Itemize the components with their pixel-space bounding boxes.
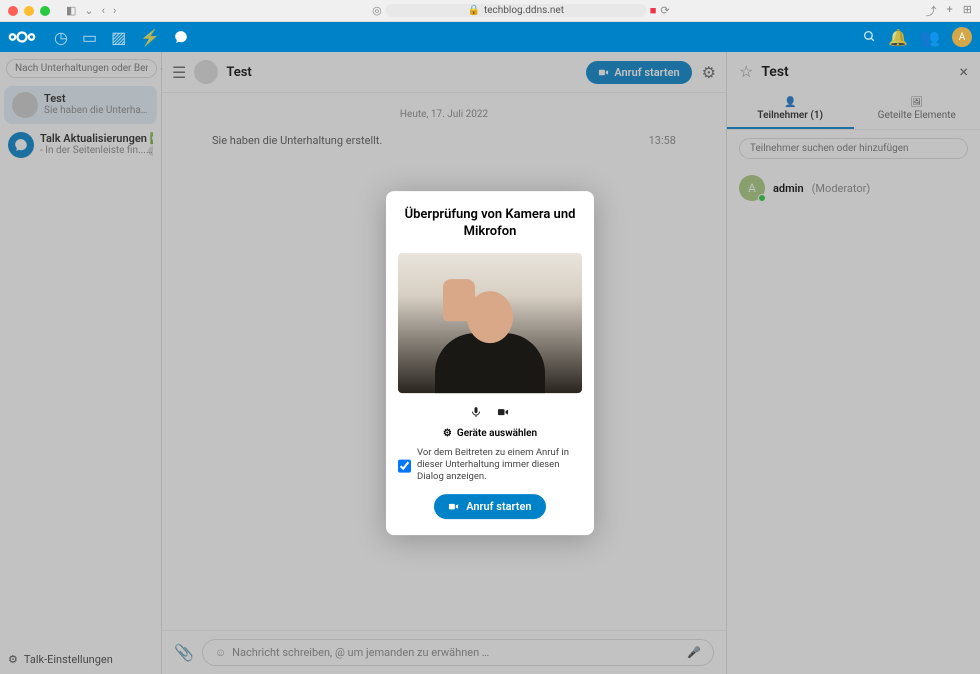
nextcloud-logo[interactable] — [8, 30, 36, 44]
right-panel-header: ☆ Test × — [727, 52, 980, 91]
participant-search-input[interactable] — [739, 138, 968, 159]
start-call-button[interactable]: Anruf starten — [586, 61, 691, 84]
main-layout: + Test Sie haben die Unterhaltung e... T… — [0, 52, 980, 674]
chat-input-row: 📎 ☺ Nachricht schreiben, @ um jemanden z… — [162, 630, 726, 674]
conversation-avatar — [12, 92, 38, 118]
header-right: 🔔 👥 A — [863, 27, 972, 47]
participant-role: (Moderator) — [812, 182, 871, 195]
url-box[interactable]: 🔒 techblog.ddns.net — [386, 4, 646, 17]
tab-shared-elements[interactable]: 🖼 Geteilte Elemente — [854, 91, 980, 129]
system-message-text: Sie haben die Unterhaltung erstellt. — [212, 134, 382, 147]
camera-preview — [398, 253, 582, 393]
device-toggle-row — [398, 403, 582, 422]
talk-settings-button[interactable]: ⚙ Talk-Einstellungen — [0, 645, 161, 674]
date-separator: Heute, 17. Juli 2022 — [212, 109, 676, 120]
system-message-row: Sie haben die Unterhaltung erstellt. 13:… — [212, 134, 676, 147]
device-select-button[interactable]: ⚙ Geräte auswählen — [398, 428, 582, 439]
forward-icon[interactable]: › — [113, 4, 116, 17]
lock-icon: 🔒 — [468, 5, 480, 16]
right-panel: ☆ Test × 👤 Teilnehmer (1) 🖼 Geteilte Ele… — [726, 52, 980, 674]
dropdown-icon[interactable]: ⌄ — [84, 4, 93, 17]
right-panel-title: Test — [761, 64, 788, 80]
conversation-text: Talk Aktualisierungen✅ - In der Seitenle… — [40, 132, 153, 158]
browser-right-icons: ⤴ + ⊞ — [926, 3, 972, 19]
microphone-icon[interactable] — [470, 403, 482, 422]
gear-icon: ⚙ — [443, 428, 452, 439]
dashboard-icon[interactable]: ◷ — [54, 28, 68, 47]
shield-icon[interactable]: ◎ — [372, 4, 382, 17]
chat-title: Test — [226, 65, 251, 80]
conversation-subtitle: - In der Seitenleiste fin...38 — [40, 145, 153, 156]
right-panel-tabs: 👤 Teilnehmer (1) 🖼 Geteilte Elemente — [727, 91, 980, 130]
url-bar: ◎ 🔒 techblog.ddns.net ■ ⟳ — [122, 4, 919, 17]
conversation-search-input[interactable] — [6, 59, 157, 78]
user-avatar[interactable]: A — [952, 27, 972, 47]
sidebar-footer-label: Talk-Einstellungen — [24, 653, 113, 666]
app-nav: ◷ ▭ ▨ ⚡ — [54, 28, 188, 47]
sidebar-search-row: + — [0, 52, 161, 84]
shared-icon: 🖼 — [910, 97, 923, 108]
contacts-icon[interactable]: 👥 — [920, 28, 940, 47]
conversations-sidebar: + Test Sie haben die Unterhaltung e... T… — [0, 52, 162, 674]
conversation-item[interactable]: Test Sie haben die Unterhaltung e... — [4, 86, 157, 124]
chat-header-actions: Anruf starten ⚙ — [586, 61, 716, 84]
system-message-time: 13:58 — [649, 134, 676, 147]
participant-avatar: A — [739, 175, 765, 201]
activity-icon[interactable]: ⚡ — [140, 28, 160, 47]
online-status-icon — [758, 194, 766, 202]
checkbox-label: Vor dem Beitreten zu einem Anruf in dies… — [417, 447, 582, 484]
tabs-icon[interactable]: ⊞ — [963, 3, 972, 19]
participant-row[interactable]: A admin (Moderator) — [727, 167, 980, 209]
mic-icon[interactable]: 🎤 — [687, 646, 701, 659]
share-icon[interactable]: ⤴ — [926, 3, 937, 19]
modal-start-call-button[interactable]: Anruf starten — [434, 494, 545, 519]
toggle-sidebar-icon[interactable]: ☰ — [172, 63, 186, 82]
conversation-item[interactable]: Talk Aktualisierungen✅ - In der Seitenle… — [0, 126, 161, 164]
notifications-icon[interactable]: 🔔 — [888, 28, 908, 47]
back-icon[interactable]: ‹ — [102, 4, 105, 17]
modal-title: Überprüfung von Kamera und Mikrofon — [398, 207, 582, 241]
close-window[interactable] — [8, 6, 18, 16]
browser-nav: ◧ ⌄ ‹ › — [66, 4, 116, 17]
conversation-subtitle: Sie haben die Unterhaltung e... — [44, 105, 149, 116]
conversation-text: Test Sie haben die Unterhaltung e... — [44, 92, 149, 118]
url-text: techblog.ddns.net — [484, 5, 564, 16]
nextcloud-header: ◷ ▭ ▨ ⚡ 🔔 👥 A — [0, 22, 980, 52]
minimize-window[interactable] — [24, 6, 34, 16]
reload-icon[interactable]: ⟳ — [660, 4, 669, 17]
participant-name: admin — [773, 182, 804, 195]
chat-avatar — [194, 60, 218, 84]
always-show-checkbox-row: Vor dem Beitreten zu einem Anruf in dies… — [398, 447, 582, 484]
message-placeholder: Nachricht schreiben, @ um jemanden zu er… — [232, 646, 681, 659]
camera-icon[interactable] — [496, 403, 510, 422]
always-show-checkbox[interactable] — [398, 448, 411, 484]
star-icon[interactable]: ☆ — [739, 62, 753, 81]
gear-icon: ⚙ — [8, 653, 18, 666]
close-icon[interactable]: × — [959, 62, 968, 81]
browser-chrome: ◧ ⌄ ‹ › ◎ 🔒 techblog.ddns.net ■ ⟳ ⤴ + ⊞ — [0, 0, 980, 22]
conversation-title: Test — [44, 92, 149, 105]
conversation-title: Talk Aktualisierungen✅ — [40, 132, 153, 145]
camera-active-icon[interactable]: ■ — [650, 4, 657, 17]
attach-icon[interactable]: 📎 — [174, 643, 194, 662]
files-icon[interactable]: ▭ — [82, 28, 97, 47]
sidebar-toggle-icon[interactable]: ◧ — [66, 4, 76, 17]
chat-header: ☰ Test Anruf starten ⚙ — [162, 52, 726, 93]
search-icon[interactable] — [863, 28, 876, 47]
message-input[interactable]: ☺ Nachricht schreiben, @ um jemanden zu … — [202, 639, 714, 666]
tab-participants[interactable]: 👤 Teilnehmer (1) — [727, 91, 854, 129]
new-tab-icon[interactable]: + — [947, 3, 953, 19]
conversation-avatar — [8, 132, 34, 158]
talk-icon[interactable] — [174, 28, 188, 47]
conversation-settings-icon[interactable]: ⚙ — [702, 63, 716, 82]
device-check-modal: Überprüfung von Kamera und Mikrofon ⚙ Ge… — [386, 191, 594, 535]
traffic-lights — [8, 6, 50, 16]
photos-icon[interactable]: ▨ — [111, 28, 126, 47]
participants-icon: 👤 — [784, 97, 796, 108]
emoji-icon[interactable]: ☺ — [215, 646, 226, 659]
maximize-window[interactable] — [40, 6, 50, 16]
